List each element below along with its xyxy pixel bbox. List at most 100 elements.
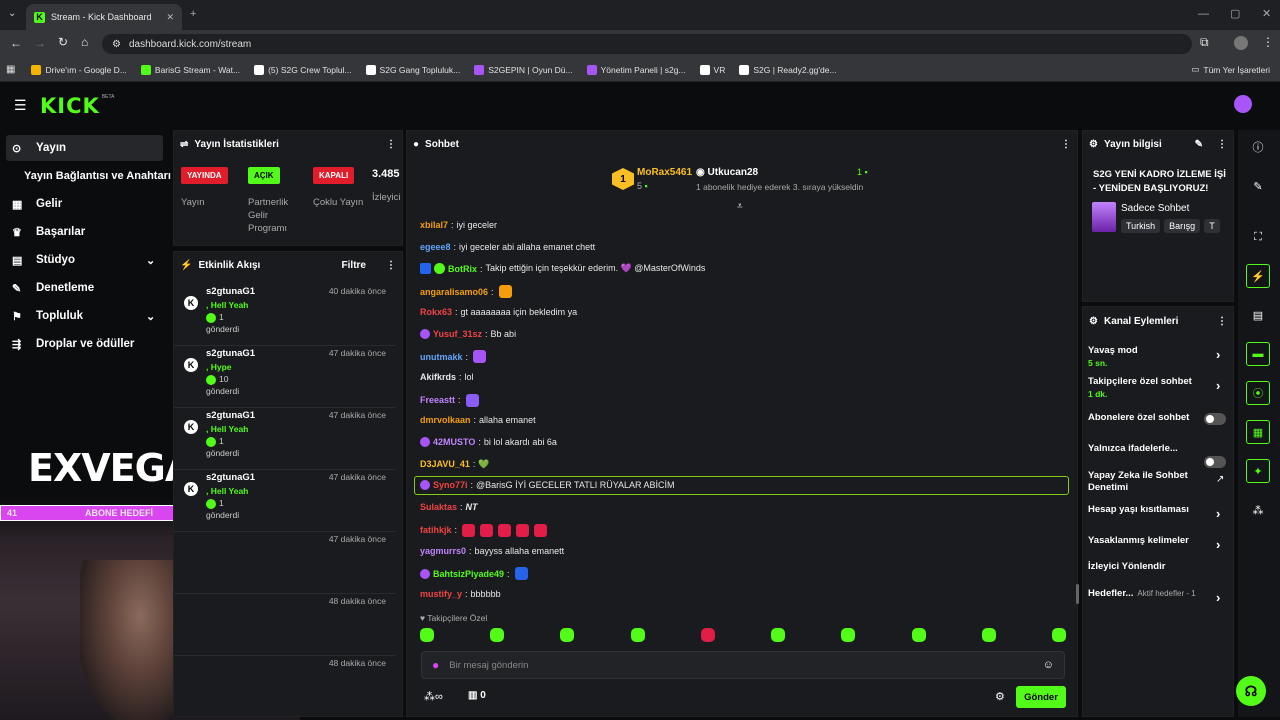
sidebar-item[interactable]: ⇶ Droplar ve ödüller xyxy=(0,331,170,357)
edit-icon[interactable]: ✎ xyxy=(1195,139,1203,150)
chat-username[interactable]: Sulaktas xyxy=(420,502,457,512)
filter-button[interactable]: Filtre xyxy=(342,260,366,271)
sidebar-item[interactable]: ▤ Stüdyo ⌄ xyxy=(0,247,170,273)
chat-username[interactable]: dmrvolkaan xyxy=(420,415,471,425)
bookmark-item[interactable]: S2G Gang Topluluk... xyxy=(365,64,460,75)
browser-menu-icon[interactable]: ⋮ xyxy=(1262,35,1274,49)
emote-icon[interactable] xyxy=(700,628,715,642)
chat-bubble-icon[interactable]: ▬ xyxy=(1246,342,1270,366)
support-headset-icon[interactable]: ☊ xyxy=(1236,676,1266,706)
bookmark-item[interactable]: BarisG Stream - Wat... xyxy=(140,64,240,75)
user-avatar[interactable] xyxy=(1234,95,1252,113)
bookmark-item[interactable]: S2GEPIN | Oyun Dü... xyxy=(474,64,573,75)
info-icon[interactable]: ⓘ xyxy=(1246,135,1270,159)
activity-event[interactable]: Ks2gtunaG1 , Hell Yeah 1 gönderdi 47 dakika … xyxy=(174,408,396,470)
all-bookmarks[interactable]: ▭ Tüm Yer İşaretleri xyxy=(1191,64,1270,75)
activity-event[interactable]: 48 dakika önce xyxy=(174,656,396,716)
stats-menu-icon[interactable]: ⋮ xyxy=(386,139,396,150)
chat-scrollbar[interactable] xyxy=(1076,584,1079,604)
chat-message[interactable]: fatihkjk: xyxy=(420,523,548,537)
emote-icon[interactable] xyxy=(630,628,645,642)
chat-message[interactable]: egeee8: iyi geceler abi allaha emanet che… xyxy=(420,242,595,252)
chat-username[interactable]: D3JAVU_41 xyxy=(420,459,470,469)
info-menu-icon[interactable]: ⋮ xyxy=(1217,139,1227,150)
tag[interactable]: Barışg xyxy=(1164,219,1201,233)
activity-event[interactable]: Ks2gtunaG1 , Hell Yeah 1 gönderdi 40 dakika … xyxy=(174,284,396,346)
emote-icon[interactable] xyxy=(560,628,575,642)
channel-action[interactable]: Yalnızca ifadelerle... xyxy=(1088,443,1206,455)
chat-username[interactable]: Yusuf_31sz xyxy=(433,329,482,339)
send-button[interactable]: Gönder xyxy=(1016,686,1066,708)
chevron-down-icon[interactable]: ⌄ xyxy=(146,310,155,323)
activity-event[interactable]: Ks2gtunaG1 , Hype 10 gönderdi 47 dakika önce xyxy=(174,346,396,408)
emote-icon[interactable] xyxy=(771,628,786,642)
minimize-icon[interactable]: — xyxy=(1198,8,1209,20)
emote-icon[interactable] xyxy=(841,628,856,642)
url-field[interactable]: ⚙ dashboard.kick.com/stream xyxy=(102,34,1192,54)
chat-message[interactable]: Freeastt: xyxy=(420,393,479,407)
toggle-switch[interactable] xyxy=(1204,456,1226,468)
chat-username[interactable]: unutmakk xyxy=(420,352,463,362)
sidebar-item[interactable]: ♛ Başarılar xyxy=(0,219,170,245)
chevron-right-icon[interactable]: › xyxy=(1216,537,1220,552)
second-gifter[interactable]: ◉ Utkucan28 xyxy=(696,167,758,178)
activity-event[interactable]: 48 dakika önce xyxy=(174,594,396,656)
tag[interactable]: Turkish xyxy=(1121,219,1161,233)
dashboard-icon[interactable]: ▦ xyxy=(1246,420,1270,444)
pencil-icon[interactable]: ✎ xyxy=(1246,174,1270,198)
chevron-right-icon[interactable]: › xyxy=(1216,590,1220,605)
emote-icon[interactable] xyxy=(1051,628,1066,642)
mic-icon[interactable]: ● xyxy=(432,658,439,672)
chat-message[interactable]: Yusuf_31sz: Bb abi xyxy=(420,328,516,339)
tag[interactable]: T xyxy=(1204,219,1220,233)
chat-username[interactable]: mustify_y xyxy=(420,589,462,599)
new-tab-icon[interactable]: + xyxy=(190,8,196,20)
channel-action[interactable]: Yapay Zeka ile Sohbet Denetimi xyxy=(1088,470,1206,494)
sidebar-item[interactable]: ⊙ Yayın xyxy=(0,135,170,161)
channel-action[interactable]: Hesap yaşı kısıtlaması xyxy=(1088,504,1206,516)
chat-username[interactable]: fatihkjk xyxy=(420,525,452,535)
chat-username[interactable]: Freeastt xyxy=(420,395,455,405)
chat-message[interactable]: yagmurrs0: bayyss allaha emanett xyxy=(420,546,564,556)
chat-settings-icon[interactable]: ⚙ xyxy=(995,690,1005,703)
bookmark-item[interactable]: VR xyxy=(699,64,725,75)
chat-username[interactable]: Rokx63 xyxy=(420,307,452,317)
chat-username[interactable]: 42MUSTO xyxy=(433,437,475,447)
chat-message[interactable]: unutmakk: xyxy=(420,350,487,364)
chat-username[interactable]: egeee8 xyxy=(420,242,451,252)
sidebar-item[interactable]: ▦ Gelir xyxy=(0,191,170,217)
chat-message[interactable]: mustify_y: bbbbbb xyxy=(420,589,501,599)
category-thumbnail[interactable] xyxy=(1092,202,1116,232)
site-info-icon[interactable]: ⚙ xyxy=(112,39,121,50)
chat-input[interactable]: ● Bir mesaj gönderin ☺ xyxy=(421,651,1065,679)
activity-event[interactable]: Ks2gtunaG1 , Hell Yeah 1 gönderdi 47 dakika … xyxy=(174,470,396,532)
chevron-right-icon[interactable]: › xyxy=(1216,378,1220,393)
clipboard-icon[interactable]: ▤ xyxy=(1246,303,1270,327)
chat-username[interactable]: Akifkrds xyxy=(420,372,456,382)
chat-menu-icon[interactable]: ⋮ xyxy=(1061,139,1071,150)
category-name[interactable]: Sadece Sohbet xyxy=(1121,203,1189,214)
kick-logo[interactable]: KICK BETA xyxy=(40,94,114,118)
apps-icon[interactable]: ▦ xyxy=(6,64,15,75)
chat-message[interactable]: Sulaktas: NT xyxy=(420,502,478,512)
lightning-icon[interactable]: ⚡ xyxy=(1246,264,1270,288)
chat-message[interactable]: 42MUSTO: bi lol akardı abi 6a xyxy=(420,437,557,447)
emote-icon[interactable] xyxy=(420,628,434,642)
profile-avatar[interactable] xyxy=(1234,36,1248,50)
wrench-icon[interactable]: ✦ xyxy=(1246,459,1270,483)
home-icon[interactable]: ⌂ xyxy=(81,35,88,49)
activity-menu-icon[interactable]: ⋮ xyxy=(386,260,396,271)
broadcast-icon[interactable]: ⦿ xyxy=(1246,381,1270,405)
tab-search-icon[interactable]: ⌄ xyxy=(8,8,16,19)
emote-icon[interactable] xyxy=(490,628,505,642)
bookmark-item[interactable]: Drive'ım - Google D... xyxy=(31,64,127,75)
chevron-down-icon[interactable]: ⌄ xyxy=(146,254,155,267)
chat-username[interactable]: angaralisamo06 xyxy=(420,287,488,297)
bookmark-item[interactable]: Yönetim Paneli | s2g... xyxy=(586,64,686,75)
chat-username[interactable]: yagmurrs0 xyxy=(420,546,466,556)
chat-message[interactable]: BotRix: Takip ettiğin için teşekkür ederi… xyxy=(420,263,705,275)
chat-message[interactable]: angaralisamo06: xyxy=(420,285,512,299)
expand-icon[interactable]: ⛶ xyxy=(1246,225,1270,249)
toggle-switch[interactable] xyxy=(1204,413,1226,425)
chat-message[interactable]: D3JAVU_41: 💚 xyxy=(420,459,490,470)
